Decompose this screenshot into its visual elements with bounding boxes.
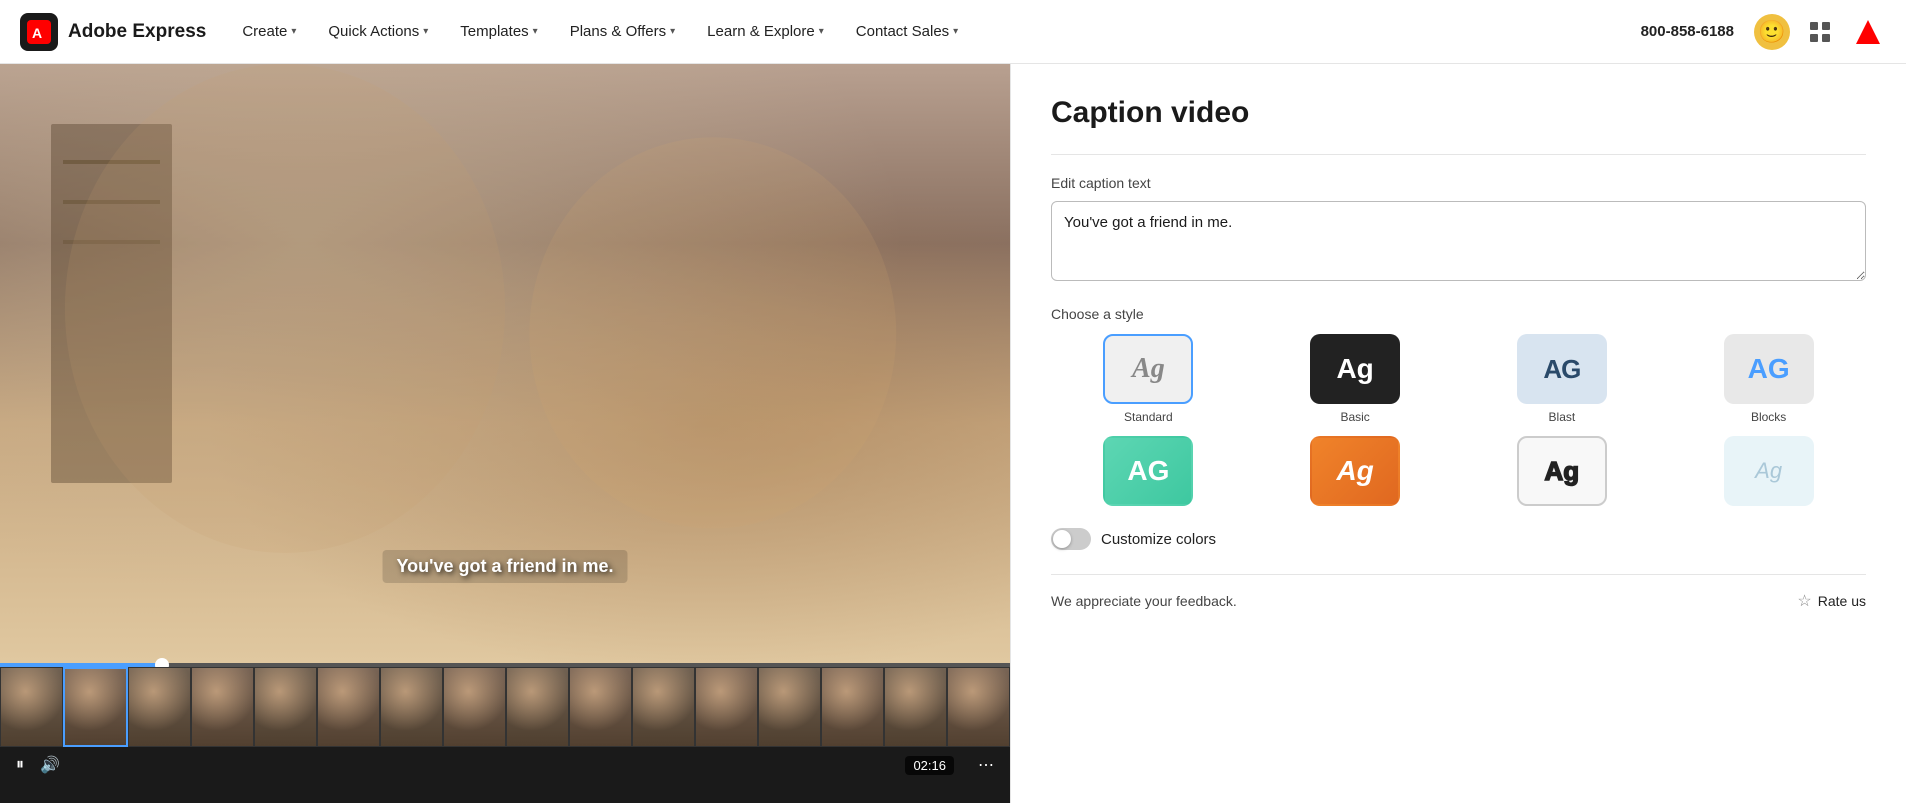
- nav-quick-actions[interactable]: Quick Actions ▾: [316, 15, 440, 48]
- chevron-down-icon: ▾: [423, 26, 428, 37]
- thumbnail[interactable]: [821, 667, 884, 747]
- choose-style-label: Choose a style: [1051, 306, 1866, 322]
- video-area: You've got a friend in me.: [0, 64, 1010, 663]
- style-card-blast[interactable]: AG Blast: [1465, 334, 1660, 424]
- style-preview-light: Ag: [1724, 436, 1814, 506]
- styles-grid: Ag Standard Ag Basic AG Blast: [1051, 334, 1866, 512]
- style-card-standard[interactable]: Ag Standard: [1051, 334, 1246, 424]
- style-card-light[interactable]: Ag: [1671, 436, 1866, 512]
- style-label-blast: Blast: [1549, 410, 1576, 424]
- style-card-basic[interactable]: Ag Basic: [1258, 334, 1453, 424]
- style-preview-blast: AG: [1517, 334, 1607, 404]
- style-card-color2[interactable]: Ag: [1258, 436, 1453, 512]
- volume-button[interactable]: 🔊: [40, 755, 60, 775]
- customize-toggle[interactable]: [1051, 528, 1091, 550]
- thumbnail[interactable]: [254, 667, 317, 747]
- thumbnail[interactable]: [506, 667, 569, 747]
- rate-us-button[interactable]: ☆ Rate us: [1797, 591, 1866, 611]
- thumbnail[interactable]: [317, 667, 380, 747]
- star-icon: ☆: [1797, 591, 1811, 611]
- customize-label: Customize colors: [1101, 531, 1216, 548]
- play-pause-button[interactable]: ⏸: [16, 756, 24, 774]
- thumbnail[interactable]: [884, 667, 947, 747]
- svg-text:A: A: [32, 25, 42, 41]
- thumbnail[interactable]: [695, 667, 758, 747]
- main-container: You've got a friend in me.: [0, 64, 1906, 803]
- style-label-standard: Standard: [1124, 410, 1173, 424]
- style-preview-standard: Ag: [1103, 334, 1193, 404]
- video-controls: ⏸ 🔊 02:16 ⋯: [0, 663, 1010, 803]
- controls-bottom: ⏸ 🔊 02:16 ⋯: [0, 747, 1010, 783]
- rate-us-label: Rate us: [1818, 593, 1866, 609]
- style-label-basic: Basic: [1340, 410, 1369, 424]
- style-card-blocks[interactable]: AG Blocks: [1671, 334, 1866, 424]
- chevron-down-icon: ▾: [953, 26, 958, 37]
- style-preview-blocks: AG: [1724, 334, 1814, 404]
- chevron-down-icon: ▾: [533, 26, 538, 37]
- style-preview-color1: AG: [1103, 436, 1193, 506]
- thumbnails-row: [0, 667, 1010, 747]
- thumbnail[interactable]: [380, 667, 443, 747]
- nav-right-controls: 🙂: [1754, 14, 1886, 50]
- chevron-down-icon: ▾: [819, 26, 824, 37]
- thumbnail[interactable]: [569, 667, 632, 747]
- thumbnail[interactable]: [758, 667, 821, 747]
- thumbnail[interactable]: [191, 667, 254, 747]
- app-name: Adobe Express: [68, 21, 206, 43]
- thumbnail[interactable]: [128, 667, 191, 747]
- logo-icon: A: [20, 13, 58, 51]
- feedback-row: We appreciate your feedback. ☆ Rate us: [1051, 574, 1866, 611]
- caption-textarea[interactable]: You've got a friend in me.: [1051, 201, 1866, 281]
- more-options-button[interactable]: ⋯: [978, 755, 994, 775]
- right-panel: Caption video Edit caption text You've g…: [1010, 64, 1906, 803]
- video-panel: You've got a friend in me.: [0, 64, 1010, 803]
- thumbnail[interactable]: [947, 667, 1010, 747]
- logo-link[interactable]: A Adobe Express: [20, 13, 206, 51]
- nav-plans[interactable]: Plans & Offers ▾: [558, 15, 687, 48]
- thumbnail[interactable]: [63, 667, 128, 747]
- nav-templates[interactable]: Templates ▾: [448, 15, 549, 48]
- style-card-color1[interactable]: AG: [1051, 436, 1246, 512]
- style-preview-color2: Ag: [1310, 436, 1400, 506]
- feedback-text: We appreciate your feedback.: [1051, 593, 1237, 609]
- adobe-icon[interactable]: [1850, 14, 1886, 50]
- panel-title: Caption video: [1051, 96, 1866, 130]
- customize-row: Customize colors: [1051, 528, 1866, 550]
- thumbnail[interactable]: [632, 667, 695, 747]
- edit-caption-label: Edit caption text: [1051, 175, 1866, 191]
- style-card-outline[interactable]: Ag: [1465, 436, 1660, 512]
- style-preview-outline: Ag: [1517, 436, 1607, 506]
- divider: [1051, 154, 1866, 155]
- navbar: A Adobe Express Create ▾ Quick Actions ▾…: [0, 0, 1906, 64]
- apps-grid-icon[interactable]: [1802, 14, 1838, 50]
- phone-number: 800-858-6188: [1641, 23, 1734, 40]
- toggle-thumb: [1053, 530, 1071, 548]
- video-frame: You've got a friend in me.: [0, 64, 1010, 663]
- style-preview-basic: Ag: [1310, 334, 1400, 404]
- thumbnail[interactable]: [0, 667, 63, 747]
- chevron-down-icon: ▾: [291, 26, 296, 37]
- chevron-down-icon: ▾: [670, 26, 675, 37]
- thumbnail[interactable]: [443, 667, 506, 747]
- style-label-blocks: Blocks: [1751, 410, 1786, 424]
- avatar[interactable]: 🙂: [1754, 14, 1790, 50]
- nav-contact[interactable]: Contact Sales ▾: [844, 15, 970, 48]
- nav-learn[interactable]: Learn & Explore ▾: [695, 15, 836, 48]
- time-display: 02:16: [905, 756, 954, 775]
- nav-create[interactable]: Create ▾: [230, 15, 308, 48]
